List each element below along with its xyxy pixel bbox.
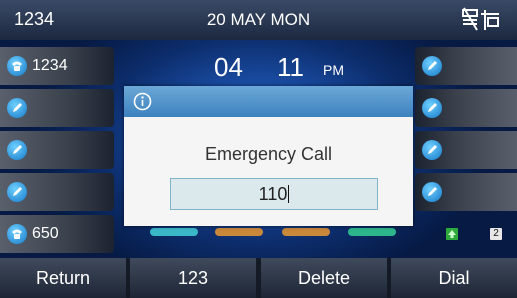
emergency-number-input[interactable]: 110	[170, 178, 378, 210]
line-key-label: 1234	[32, 57, 68, 74]
clock-ampm: PM	[323, 62, 344, 78]
edit-icon	[7, 140, 27, 160]
dial-button[interactable]: Dial	[391, 258, 517, 298]
page-up-arrow-icon[interactable]	[446, 228, 458, 240]
line-key-label: 650	[32, 225, 59, 242]
delete-button[interactable]: Delete	[261, 258, 387, 298]
input-mode-button[interactable]: 123	[130, 258, 256, 298]
network-unavailable-icon	[462, 7, 499, 31]
decor-bar	[282, 228, 330, 236]
edit-icon	[422, 140, 442, 160]
decor-bar	[215, 228, 263, 236]
edit-icon	[422, 182, 442, 202]
emergency-call-dialog: Emergency Call 110	[124, 86, 413, 226]
text-caret	[288, 185, 290, 203]
decor-bar	[150, 228, 198, 236]
dsskey-3[interactable]	[0, 131, 114, 169]
phone-screen: 1234 20 MAY MON 04 11 PM 1234 650 2 Emer…	[0, 0, 517, 298]
line-key-1[interactable]: 1234	[0, 47, 114, 85]
dsskey-right-1[interactable]	[415, 47, 517, 85]
status-bar: 1234 20 MAY MON	[0, 0, 517, 40]
softkey-bar: Return 123 Delete Dial	[0, 258, 517, 298]
page-number-badge[interactable]: 2	[490, 228, 502, 240]
dsskey-right-3[interactable]	[415, 131, 517, 169]
info-icon	[133, 92, 152, 111]
line-phone-icon	[7, 56, 27, 76]
edit-icon	[7, 98, 27, 118]
dsskey-4[interactable]	[0, 173, 114, 211]
edit-icon	[422, 56, 442, 76]
dsskey-2[interactable]	[0, 89, 114, 127]
line-phone-icon	[7, 224, 27, 244]
date-label: 20 MAY MON	[206, 10, 311, 29]
return-button[interactable]: Return	[0, 258, 126, 298]
edit-icon	[422, 98, 442, 118]
edit-icon	[7, 182, 27, 202]
dsskey-right-4[interactable]	[415, 173, 517, 211]
decor-bar	[348, 228, 396, 236]
line-key-5[interactable]: 650	[0, 215, 114, 253]
dsskey-right-2[interactable]	[415, 89, 517, 127]
clock-hour: 04	[214, 52, 243, 82]
clock-minute: 11	[277, 52, 304, 82]
dialog-header	[124, 86, 413, 117]
input-value: 110	[258, 184, 288, 204]
dialog-title: Emergency Call	[204, 144, 333, 164]
